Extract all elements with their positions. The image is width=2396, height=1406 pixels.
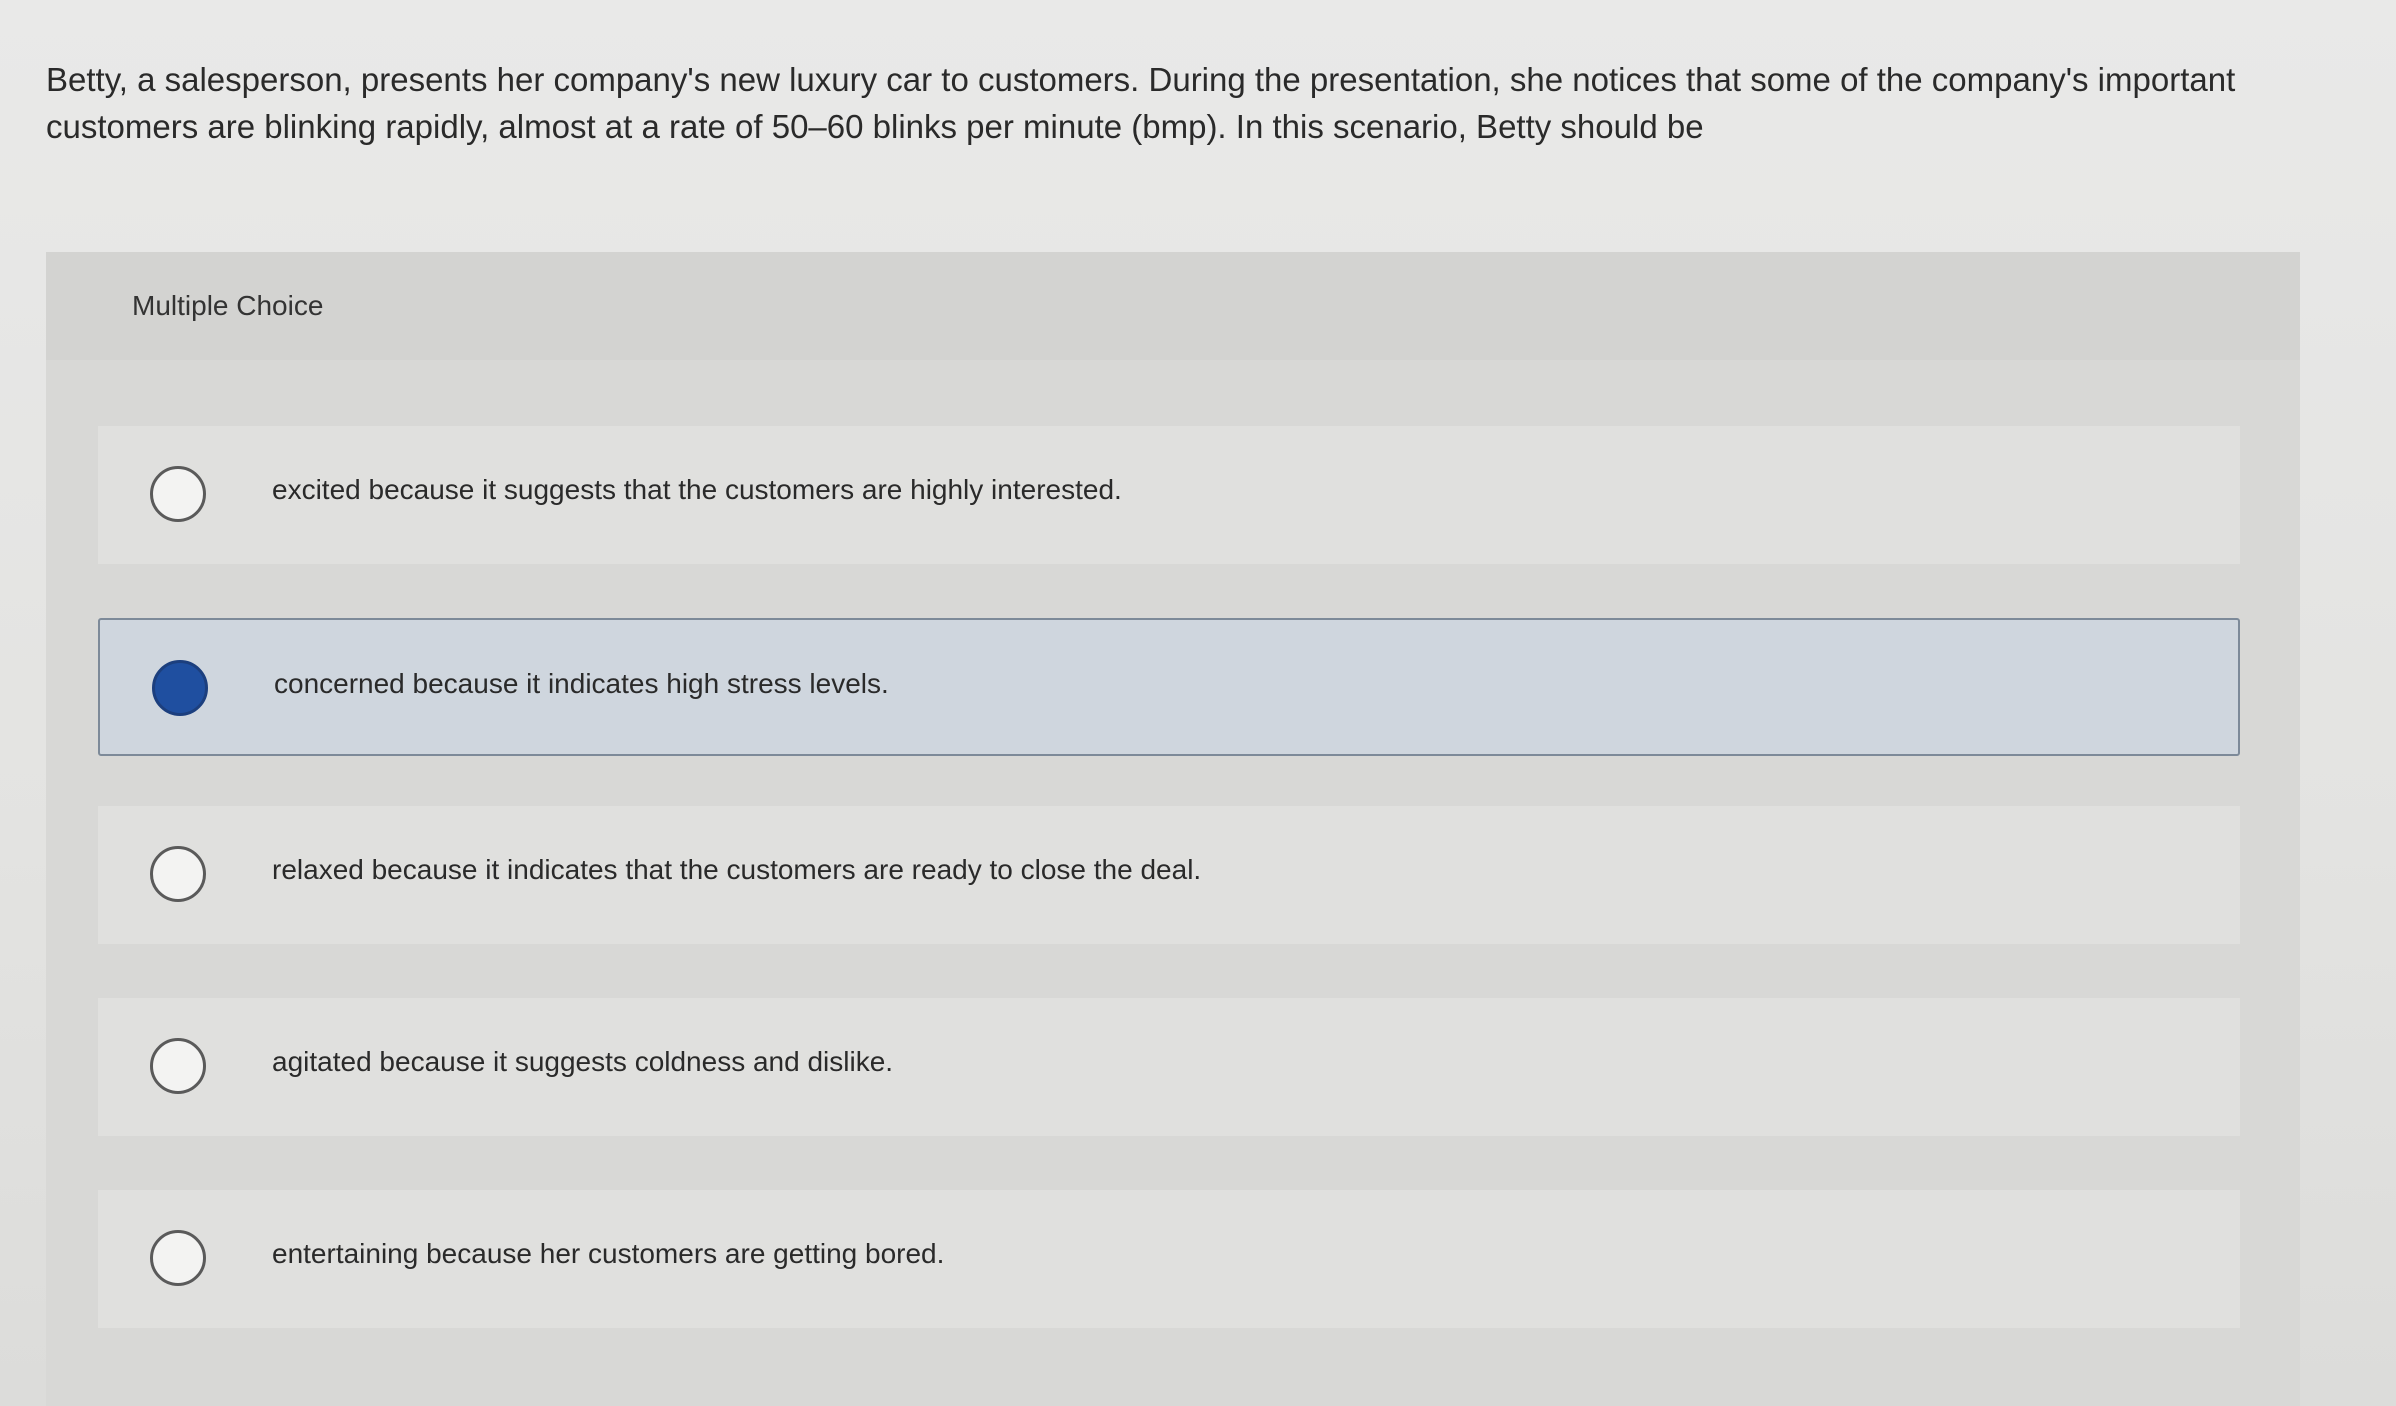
option-label: concerned because it indicates high stre… bbox=[274, 668, 889, 699]
option-label: entertaining because her customers are g… bbox=[272, 1238, 945, 1269]
panel-title: Multiple Choice bbox=[132, 290, 324, 321]
radio-button-icon[interactable] bbox=[150, 1038, 206, 1094]
answer-option-4[interactable]: agitated because it suggests coldness an… bbox=[98, 998, 2240, 1136]
answer-option-1[interactable]: excited because it suggests that the cus… bbox=[98, 426, 2240, 564]
answer-option-5[interactable]: entertaining because her customers are g… bbox=[98, 1190, 2240, 1328]
answer-option-3[interactable]: relaxed because it indicates that the cu… bbox=[98, 806, 2240, 944]
answer-option-2[interactable]: concerned because it indicates high stre… bbox=[98, 618, 2240, 756]
option-label: relaxed because it indicates that the cu… bbox=[272, 854, 1202, 885]
panel-header: Multiple Choice bbox=[46, 252, 2300, 360]
radio-button-selected-icon[interactable] bbox=[152, 660, 208, 716]
question-text: Betty, a salesperson, presents her compa… bbox=[46, 61, 2236, 145]
option-label: excited because it suggests that the cus… bbox=[272, 474, 1122, 505]
multiple-choice-panel: Multiple Choice excited because it sugge… bbox=[46, 252, 2300, 1406]
radio-button-icon[interactable] bbox=[150, 846, 206, 902]
radio-button-icon[interactable] bbox=[150, 1230, 206, 1286]
option-label: agitated because it suggests coldness an… bbox=[272, 1046, 894, 1077]
radio-button-icon[interactable] bbox=[150, 466, 206, 522]
